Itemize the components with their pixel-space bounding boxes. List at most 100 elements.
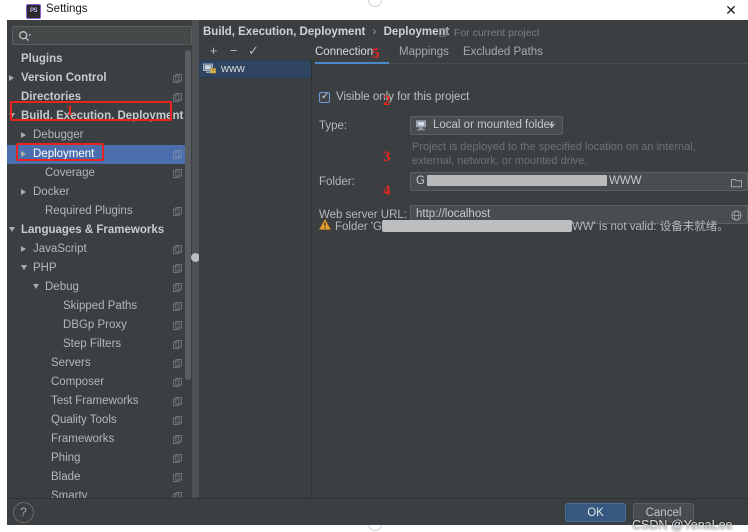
sidebar-item-label: Required Plugins bbox=[45, 205, 133, 217]
dialog-content: Plugins Version Control Directories Build, … bbox=[7, 20, 748, 532]
sidebar-item-quality-tools[interactable]: Quality Tools bbox=[7, 411, 191, 430]
set-default-button[interactable]: ✓ bbox=[245, 42, 262, 59]
settings-tree[interactable]: Plugins Version Control Directories Build, … bbox=[7, 50, 191, 512]
folder-browse-icon[interactable] bbox=[731, 177, 742, 188]
chevron-down-icon[interactable] bbox=[21, 265, 27, 270]
sidebar-item-label: PHP bbox=[33, 262, 57, 274]
sidebar-item-servers[interactable]: Servers bbox=[7, 354, 191, 373]
copy-icon[interactable] bbox=[173, 245, 182, 254]
copy-icon[interactable] bbox=[173, 207, 182, 216]
sidebar-item-required-plugins[interactable]: Required Plugins bbox=[7, 202, 191, 221]
scope-note: For current project bbox=[439, 27, 540, 39]
folder-label: Folder: bbox=[319, 176, 355, 188]
server-icon bbox=[203, 63, 216, 74]
sidebar-item-plugins[interactable]: Plugins bbox=[7, 50, 191, 69]
sidebar-item-docker[interactable]: Docker bbox=[7, 183, 191, 202]
copy-icon[interactable] bbox=[173, 169, 182, 178]
phpstorm-icon: PS bbox=[26, 4, 41, 19]
sidebar-item-debug[interactable]: Debug bbox=[7, 278, 191, 297]
type-select-value: Local or mounted folder bbox=[433, 119, 554, 131]
help-button[interactable]: ? bbox=[13, 502, 34, 523]
sidebar-item-label: Servers bbox=[51, 357, 91, 369]
sidebar-item-label: Blade bbox=[51, 471, 81, 483]
sidebar-item-label: Build, Execution, Deployment bbox=[21, 110, 184, 122]
visible-only-label: Visible only for this project bbox=[336, 91, 470, 103]
sidebar-item-directories[interactable]: Directories bbox=[7, 88, 191, 107]
copy-icon[interactable] bbox=[173, 93, 182, 102]
chevron-right-icon[interactable] bbox=[9, 75, 14, 81]
sidebar-item-coverage[interactable]: Coverage bbox=[7, 164, 191, 183]
copy-icon[interactable] bbox=[173, 340, 182, 349]
copy-icon[interactable] bbox=[173, 359, 182, 368]
folder-value-suffix: WWW bbox=[608, 175, 642, 187]
sidebar-item-deployment[interactable]: Deployment bbox=[7, 145, 191, 164]
tab-excluded-paths[interactable]: Excluded Paths bbox=[463, 42, 543, 62]
sidebar-item-label: Quality Tools bbox=[51, 414, 117, 426]
copy-icon[interactable] bbox=[173, 264, 182, 273]
sidebar-item-build-execution-deployment[interactable]: Build, Execution, Deployment bbox=[7, 107, 191, 126]
sidebar-item-blade[interactable]: Blade bbox=[7, 468, 191, 487]
copy-icon[interactable] bbox=[173, 454, 182, 463]
breadcrumb-parent[interactable]: Build, Execution, Deployment bbox=[203, 26, 365, 38]
type-hint-line2: external, network, or mounted drive. bbox=[412, 155, 588, 167]
chevron-down-icon bbox=[549, 124, 555, 128]
copy-icon bbox=[439, 28, 448, 37]
folder-input[interactable]: G WWW bbox=[410, 172, 748, 191]
copy-icon[interactable] bbox=[173, 416, 182, 425]
close-icon[interactable]: ✕ bbox=[723, 2, 739, 18]
tab-connection[interactable]: Connection bbox=[315, 42, 373, 62]
window-left-gutter bbox=[0, 0, 7, 524]
copy-icon[interactable] bbox=[173, 321, 182, 330]
sidebar-scrollbar-thumb[interactable] bbox=[185, 50, 191, 380]
sidebar-item-phing[interactable]: Phing bbox=[7, 449, 191, 468]
sidebar-item-php[interactable]: PHP bbox=[7, 259, 191, 278]
ok-button[interactable]: OK bbox=[565, 503, 626, 522]
sidebar-item-step-filters[interactable]: Step Filters bbox=[7, 335, 191, 354]
copy-icon[interactable] bbox=[173, 302, 182, 311]
server-list[interactable]: www bbox=[199, 60, 312, 498]
type-select[interactable]: Local or mounted folder bbox=[410, 116, 563, 135]
visible-only-checkbox[interactable]: ✓ Visible only for this project bbox=[319, 91, 469, 103]
copy-icon[interactable] bbox=[173, 150, 182, 159]
sidebar-item-composer[interactable]: Composer bbox=[7, 373, 191, 392]
sidebar-item-label: Frameworks bbox=[51, 433, 115, 445]
sidebar-item-javascript[interactable]: JavaScript bbox=[7, 240, 191, 259]
chevron-right-icon[interactable] bbox=[21, 132, 26, 138]
sidebar-item-frameworks[interactable]: Frameworks bbox=[7, 430, 191, 449]
sidebar-item-label: Coverage bbox=[45, 167, 95, 179]
chevron-right-icon[interactable] bbox=[21, 189, 26, 195]
chevron-down-icon[interactable] bbox=[9, 227, 15, 232]
folder-value-redacted bbox=[426, 175, 607, 186]
settings-dialog: PS Settings ✕ Plugins Version Control Dire… bbox=[0, 0, 748, 532]
globe-icon[interactable] bbox=[731, 210, 742, 221]
sidebar-item-label: Composer bbox=[51, 376, 105, 388]
search-input[interactable] bbox=[12, 26, 192, 45]
sidebar-item-languages-frameworks[interactable]: Languages & Frameworks bbox=[7, 221, 191, 240]
sidebar-item-test-frameworks[interactable]: Test Frameworks bbox=[7, 392, 191, 411]
chevron-down-icon[interactable] bbox=[33, 284, 39, 289]
scope-note-label: For current project bbox=[453, 27, 540, 39]
copy-icon[interactable] bbox=[173, 378, 182, 387]
remove-server-button[interactable]: − bbox=[225, 42, 242, 59]
sidebar-item-skipped-paths[interactable]: Skipped Paths bbox=[7, 297, 191, 316]
chevron-right-icon[interactable] bbox=[21, 246, 26, 252]
checkbox-box[interactable]: ✓ bbox=[319, 91, 330, 103]
copy-icon[interactable] bbox=[173, 74, 182, 83]
copy-icon[interactable] bbox=[173, 435, 182, 444]
copy-icon[interactable] bbox=[173, 473, 182, 482]
local-folder-icon bbox=[416, 120, 426, 131]
copy-icon[interactable] bbox=[173, 397, 182, 406]
sidebar-item-version-control[interactable]: Version Control bbox=[7, 69, 191, 88]
warning-suffix: WW' is not valid: 设备未就绪。 bbox=[571, 221, 729, 233]
add-server-button[interactable]: + bbox=[205, 42, 222, 59]
chevron-down-icon[interactable] bbox=[9, 113, 15, 118]
type-hint-line1: Project is deployed to the specified loc… bbox=[412, 141, 696, 153]
breadcrumb: Build, Execution, Deployment › Deploymen… bbox=[203, 26, 449, 38]
sidebar-item-dbgp-proxy[interactable]: DBGp Proxy bbox=[7, 316, 191, 335]
deployment-panel: Build, Execution, Deployment › Deploymen… bbox=[199, 20, 748, 498]
list-item[interactable]: www bbox=[199, 60, 311, 78]
copy-icon[interactable] bbox=[173, 283, 182, 292]
tab-mappings[interactable]: Mappings bbox=[399, 42, 449, 62]
chevron-right-icon[interactable] bbox=[21, 151, 26, 157]
sidebar-item-debugger[interactable]: Debugger bbox=[7, 126, 191, 145]
